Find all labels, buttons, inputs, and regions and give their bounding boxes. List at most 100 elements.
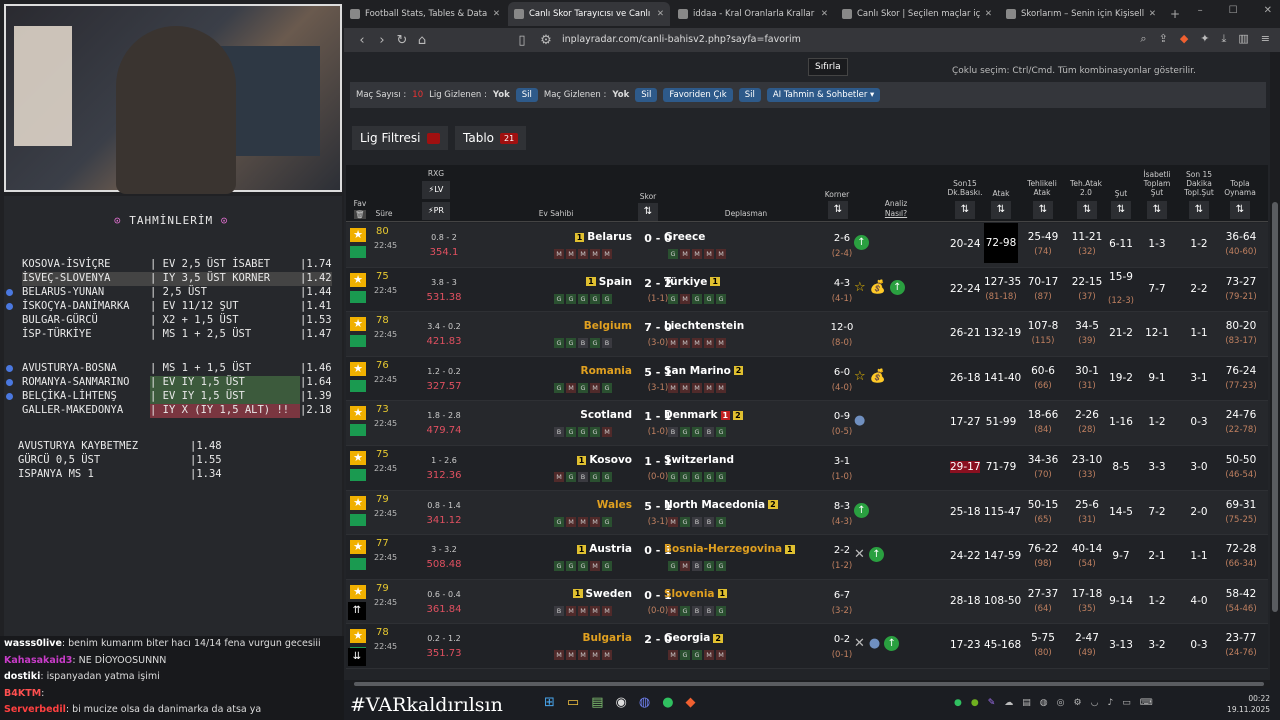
league-filter-button[interactable]: Lig Filtresi — [352, 126, 448, 150]
table-row[interactable]: ★ 75 22:45 1 - 2.6 312.36 1 Kosovo MGBGG … — [346, 446, 1268, 491]
keyboard-tray-icon[interactable]: ⌨ — [1140, 698, 1153, 708]
browser-tab[interactable]: Canlı Skor Tarayıcısı ve Canlı Sk ✕ — [508, 2, 670, 26]
away-team[interactable]: North Macedonia 2 — [664, 499, 781, 511]
home-icon[interactable]: ⌂ — [412, 33, 432, 48]
favorite-pin-button[interactable] — [350, 469, 366, 481]
home-team[interactable]: 1 Austria — [574, 543, 632, 555]
spotify-icon[interactable]: ● — [662, 695, 673, 710]
tab-close-icon[interactable]: ✕ — [985, 9, 992, 19]
table-row[interactable]: ★ 78 22:45 0.2 - 1.2 351.73 Bulgaria MMM… — [346, 624, 1268, 669]
analysis-icons[interactable]: ✕ ● ↑ — [854, 636, 900, 652]
favorite-pin-button[interactable] — [350, 379, 366, 392]
analysis-icons[interactable]: ☆ 💰 — [854, 369, 886, 384]
favorite-pin-button[interactable] — [350, 246, 366, 258]
notepad-icon[interactable]: ▤ — [591, 695, 603, 710]
clear-league-button[interactable]: Sil — [515, 88, 538, 102]
download-icon[interactable]: ⤓ — [1222, 32, 1227, 46]
menu-icon[interactable]: ≡ — [1261, 32, 1270, 46]
minimize-icon[interactable]: – — [1198, 5, 1203, 16]
tab-close-icon[interactable]: ✕ — [493, 9, 500, 19]
favorite-pin-button[interactable] — [350, 513, 366, 526]
away-team[interactable]: San Marino 2 — [664, 365, 746, 377]
favorite-star-button[interactable]: ★ — [350, 495, 366, 510]
home-team[interactable]: 1 Kosovo — [574, 454, 632, 466]
table-row[interactable]: ★ 77 22:45 3 - 3.2 508.48 1 Austria GGGMG… — [346, 535, 1268, 580]
tab-close-icon[interactable]: ✕ — [1149, 9, 1156, 19]
score-sort-button[interactable]: ⇅ — [638, 203, 658, 221]
cloud-tray-icon[interactable]: ☁ — [1004, 698, 1013, 708]
extensions-icon[interactable]: ✦ — [1200, 32, 1209, 46]
table-row[interactable]: ★ 76 22:45 1.2 - 0.2 327.57 Romania GMGM… — [346, 356, 1268, 402]
corner-sort-button[interactable]: ⇅ — [828, 201, 848, 219]
favorite-pin-button[interactable] — [350, 335, 366, 348]
pr-sort-button[interactable]: ⚡PR — [422, 202, 450, 220]
favorite-star-button[interactable]: ★ — [350, 228, 366, 242]
browser-tab[interactable]: Canlı Skor | Seçilen maçlar için canl ✕ — [836, 2, 998, 26]
network-tray-icon[interactable]: ▤ — [1022, 698, 1031, 708]
table-row[interactable]: ★ 79 22:45 0.8 - 1.4 341.12 Wales GMMMG … — [346, 490, 1268, 536]
back-icon[interactable]: ‹ — [352, 33, 372, 48]
favorite-star-button[interactable]: ★ — [350, 361, 366, 376]
analysis-how-link[interactable]: Nasıl? — [876, 209, 916, 218]
share-icon[interactable]: ⇪ — [1159, 32, 1168, 46]
wifi-tray-icon[interactable]: ◡ — [1091, 698, 1099, 708]
away-team[interactable]: Türkiye 1 — [664, 276, 723, 288]
scrollbar-thumb[interactable] — [1272, 202, 1278, 612]
home-team[interactable]: 1 Belarus — [572, 231, 632, 243]
shot-sort-button[interactable]: ⇅ — [1111, 201, 1131, 219]
favorite-star-button[interactable]: ★ — [350, 317, 366, 332]
home-team[interactable]: 1 Spain — [583, 276, 632, 288]
brave-shield-icon[interactable]: ◆ — [1180, 32, 1188, 46]
scroll-down-button[interactable]: ⇊ — [348, 648, 366, 666]
obs-icon[interactable]: ◉ — [616, 695, 627, 710]
discord-tray-icon[interactable]: ◍ — [1040, 698, 1048, 708]
away-team[interactable]: Liechtenstein — [664, 320, 744, 332]
tab-close-icon[interactable]: ✕ — [821, 9, 828, 19]
analysis-icons[interactable]: ● — [854, 413, 865, 428]
favorite-pin-button[interactable] — [350, 558, 366, 571]
horizontal-scrollbar[interactable] — [350, 680, 1270, 688]
lv-sort-button[interactable]: ⚡LV — [422, 181, 450, 199]
danger2-sort-button[interactable]: ⇅ — [1077, 201, 1097, 219]
last15-sort-button[interactable]: ⇅ — [1189, 201, 1209, 219]
maximize-icon[interactable]: ☐ — [1229, 5, 1238, 16]
away-team[interactable]: Bosnia-Herzegovina 1 — [664, 543, 798, 555]
ai-chat-button[interactable]: AI Tahmin & Sohbetler ▾ — [766, 88, 881, 102]
analysis-icons[interactable]: ☆ 💰 ↑ — [854, 279, 905, 295]
possession-sort-button[interactable]: ⇅ — [1230, 201, 1250, 219]
battery-tray-icon[interactable]: ▭ — [1122, 698, 1131, 708]
home-team[interactable]: Wales — [597, 499, 632, 511]
table-row[interactable]: ★ 78 22:45 3.4 - 0.2 421.83 Belgium GGBG… — [346, 312, 1268, 357]
away-team[interactable]: Switzerland — [664, 454, 734, 466]
favorite-star-button[interactable]: ★ — [350, 272, 366, 287]
nvidia-tray-icon[interactable]: ● — [971, 698, 979, 708]
clear-fav-button[interactable]: Sil — [738, 88, 761, 102]
table-row[interactable]: ★ 75 22:45 3.8 - 3 531.38 1 Spain GGGGG 2… — [346, 267, 1268, 313]
url-field[interactable]: inplayradar.com/canli-bahisv2.php?sayfa=… — [562, 34, 801, 45]
table-row[interactable]: ★ 73 22:45 1.8 - 2.8 479.74 Scotland BGG… — [346, 401, 1268, 446]
favorite-star-button[interactable]: ★ — [350, 451, 366, 465]
favorite-star-button[interactable]: ★ — [350, 584, 366, 599]
browser-tab[interactable]: Skorlarım – Senin için Kişiselleştirilm ✕ — [1000, 2, 1162, 26]
clear-match-button[interactable]: Sil — [635, 88, 658, 102]
home-team[interactable]: Bulgaria — [582, 632, 632, 644]
table-row[interactable]: ★ 79 22:45 0.6 - 0.4 361.84 1 Sweden BMMM… — [346, 579, 1268, 625]
analysis-icons[interactable]: ↑ — [854, 235, 869, 250]
horizontal-scrollbar-thumb[interactable] — [354, 682, 1264, 686]
favorite-star-button[interactable]: ★ — [350, 540, 366, 555]
pen-tray-icon[interactable]: ✎ — [988, 698, 996, 708]
home-team[interactable]: Scotland — [580, 409, 632, 421]
sidebar-icon[interactable]: ▥ — [1238, 32, 1248, 46]
volume-tray-icon[interactable]: ♪ — [1107, 698, 1113, 708]
home-team[interactable]: Romania — [581, 365, 633, 377]
away-team[interactable]: Greece — [664, 231, 705, 243]
browser-tab[interactable]: iddaa - Kral Oranlarla Krallar Gibi K ✕ — [672, 2, 834, 26]
remove-favorite-button[interactable]: Favoriden Çık — [663, 88, 733, 102]
file-explorer-icon[interactable]: ▭ — [567, 695, 579, 710]
favorite-star-button[interactable]: ★ — [350, 629, 366, 644]
bookmark-icon[interactable]: ▯ — [512, 33, 532, 48]
home-team[interactable]: Belgium — [584, 320, 632, 332]
forward-icon[interactable]: › — [372, 33, 392, 48]
on-target-sort-button[interactable]: ⇅ — [1147, 201, 1167, 219]
reload-icon[interactable]: ↻ — [392, 33, 412, 48]
